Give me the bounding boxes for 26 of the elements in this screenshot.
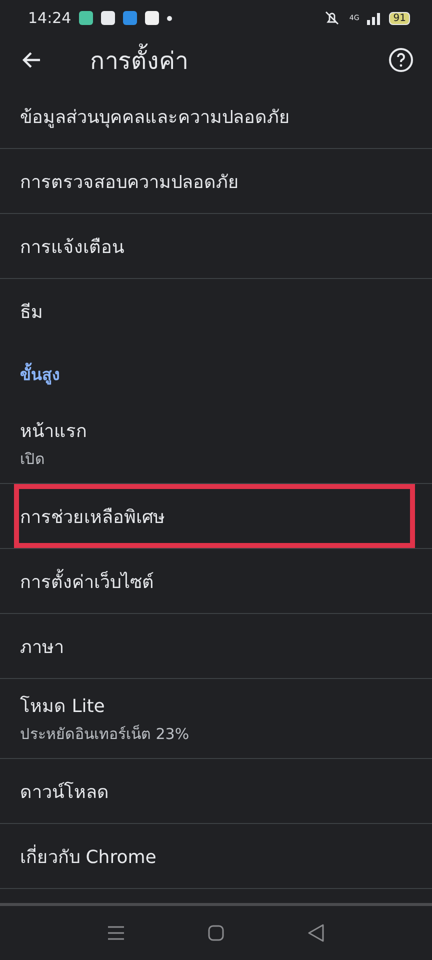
settings-item[interactable]: ธีม xyxy=(20,297,407,326)
settings-item[interactable]: ดาวน์โหลด xyxy=(20,776,407,806)
app-icon xyxy=(123,11,138,25)
menu-icon[interactable] xyxy=(108,926,124,940)
item-subtitle: ประหยัดอินเทอร์เน็ต 23% xyxy=(20,724,190,745)
app-icon xyxy=(101,11,116,25)
battery-level: 91 xyxy=(389,12,410,24)
settings-item[interactable]: การช่วยเหลือพิเศษ xyxy=(20,502,407,530)
dot-icon xyxy=(167,16,172,20)
app-icon xyxy=(145,11,160,25)
item-subtitle: เปิด xyxy=(20,449,46,470)
settings-item[interactable]: การตรวจสอบความปลอดภัย xyxy=(20,166,407,196)
page-title: การตั้งค่า xyxy=(90,40,342,80)
settings-item[interactable]: ข้อมูลส่วนบุคคลและความปลอดภัย xyxy=(20,102,407,130)
clock: 14:24 xyxy=(28,9,72,27)
help-icon[interactable] xyxy=(388,47,414,73)
settings-item[interactable]: โหมด Lite xyxy=(20,691,407,720)
settings-item[interactable]: หน้าแรก xyxy=(20,416,407,445)
settings-item[interactable]: ภาษา xyxy=(20,632,407,660)
settings-item[interactable]: การแจ้งเตือน xyxy=(20,232,407,260)
app-icon xyxy=(79,11,94,25)
home-icon[interactable] xyxy=(208,925,224,941)
signal-icon xyxy=(367,11,382,25)
settings-item[interactable]: การตั้งค่าเว็บไซต์ xyxy=(20,566,407,596)
settings-item[interactable]: เกี่ยวกับ Chrome xyxy=(20,842,407,870)
section-header: ขั้นสูง xyxy=(20,362,60,386)
